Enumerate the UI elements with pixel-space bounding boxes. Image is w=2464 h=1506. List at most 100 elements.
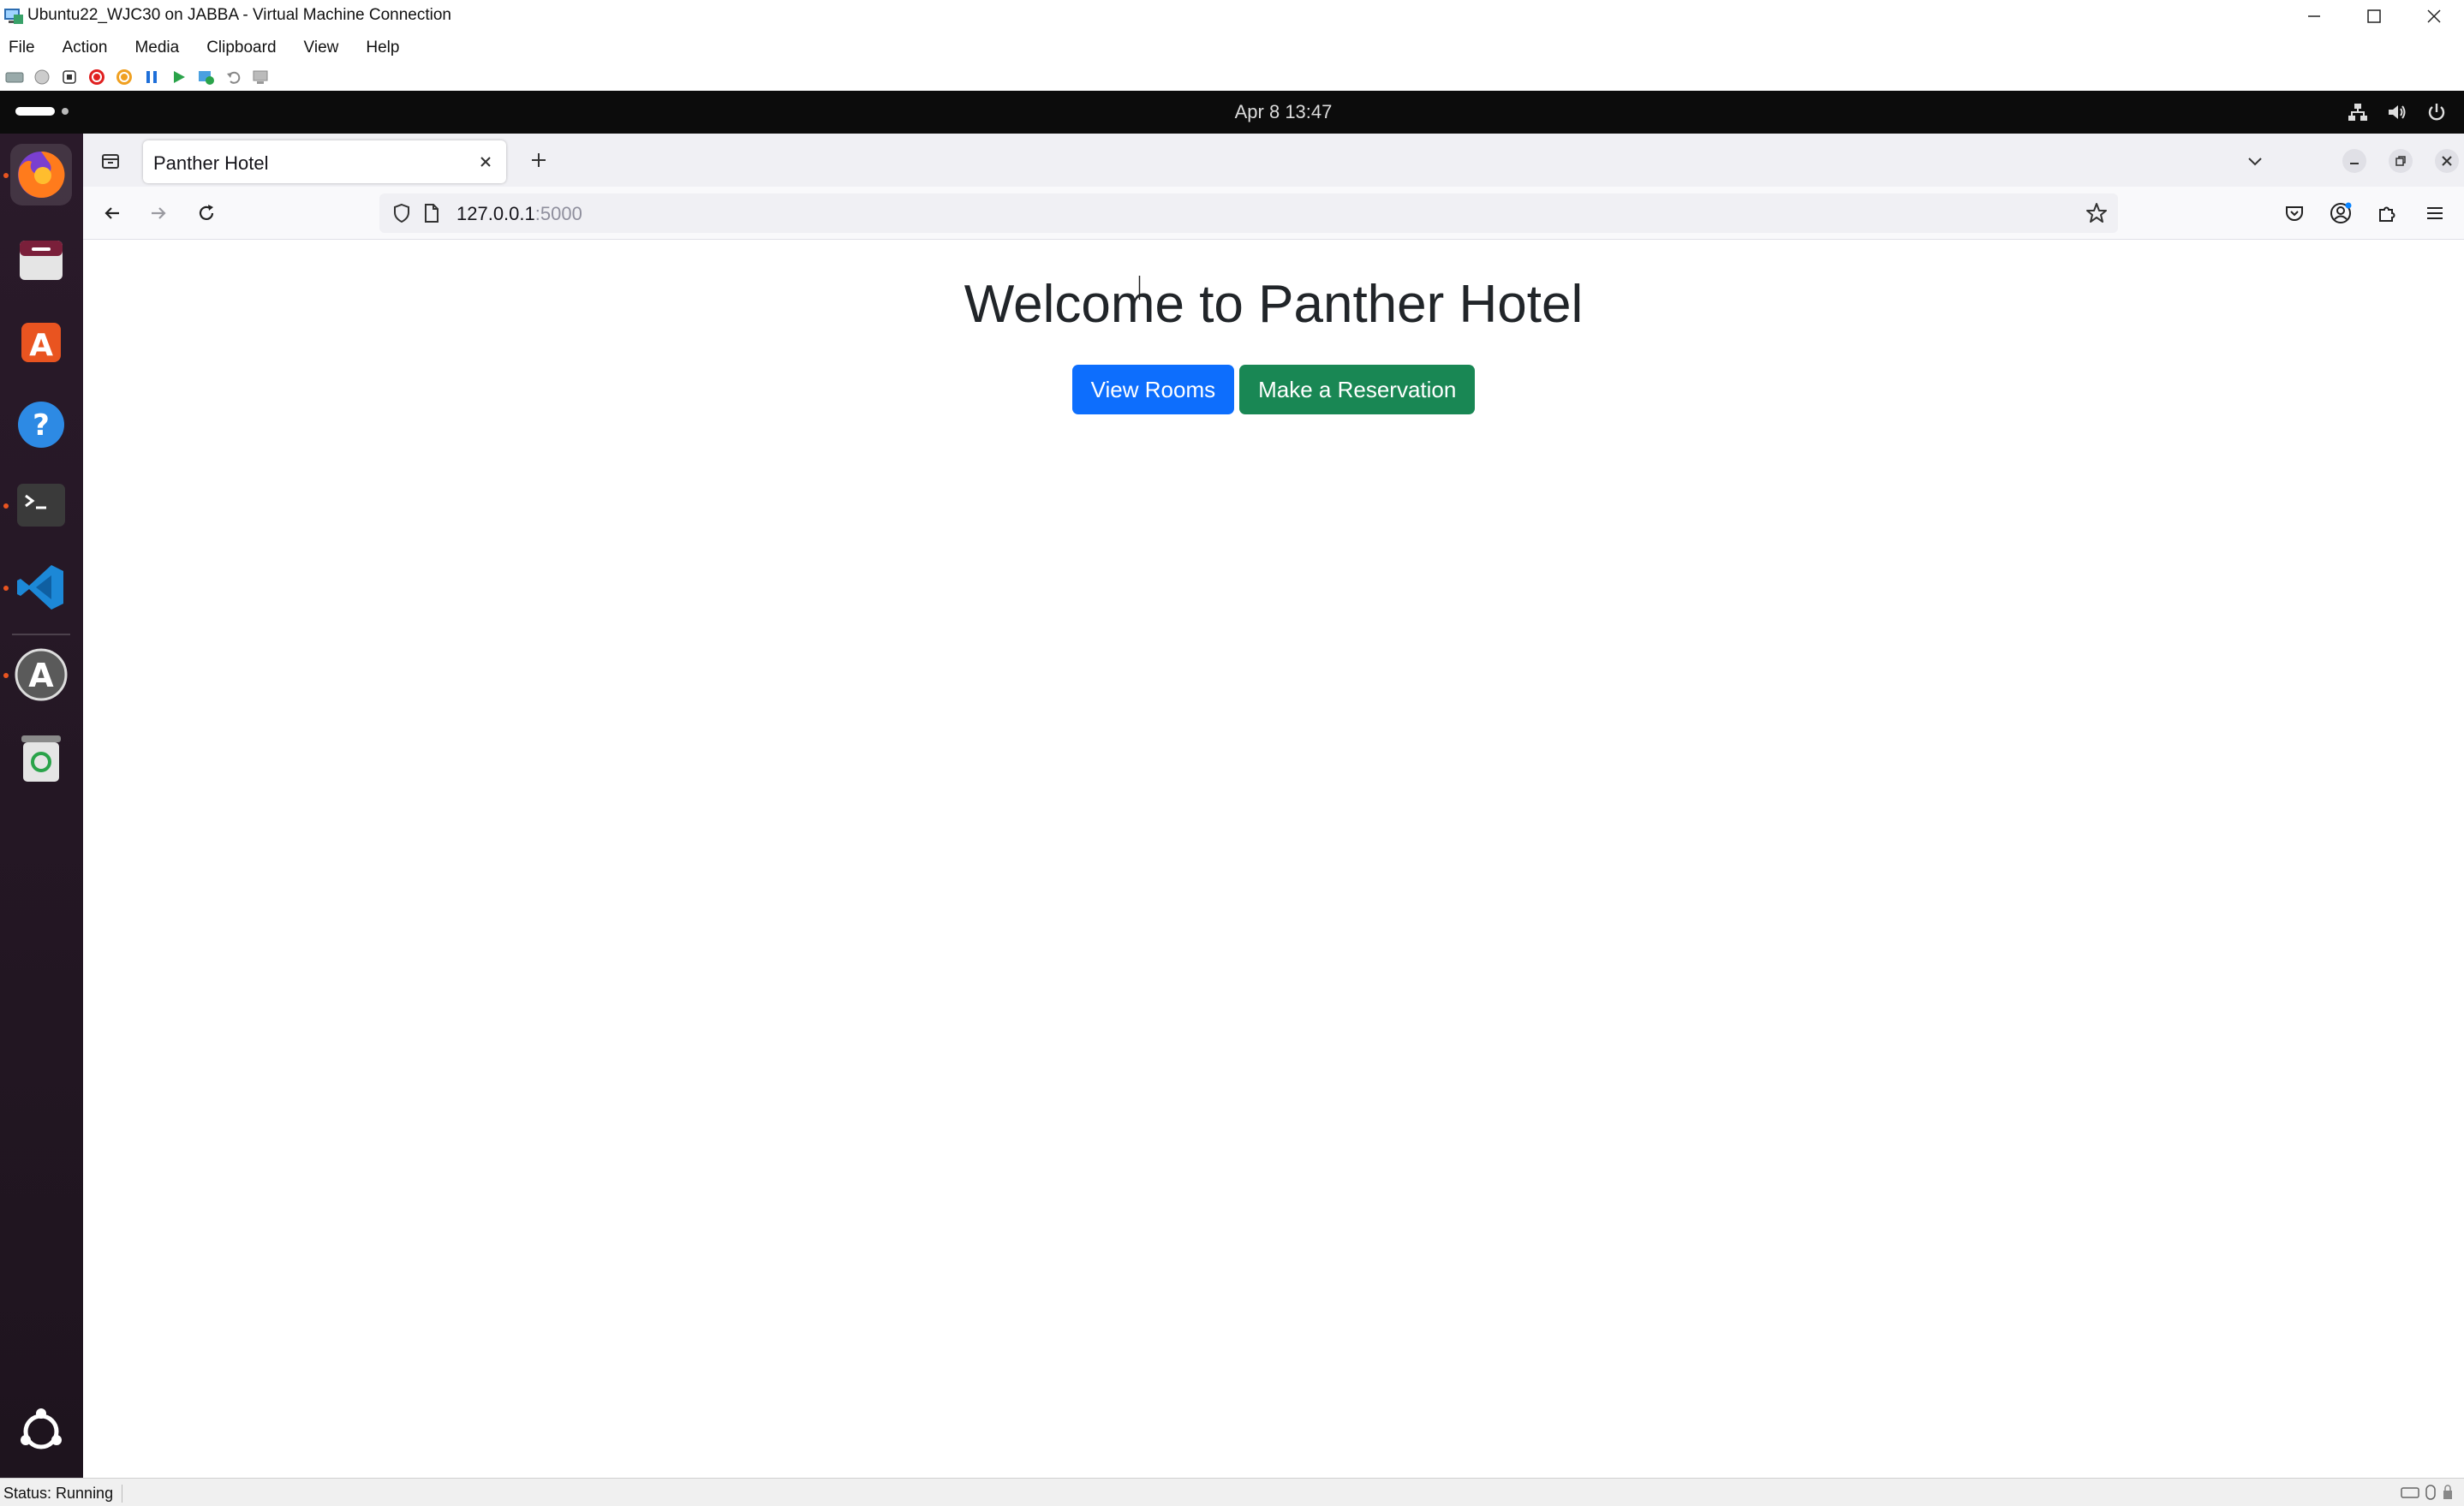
firefox-close-button[interactable] xyxy=(2435,149,2459,173)
help-icon: ? xyxy=(18,402,64,448)
navigation-toolbar: 127.0.0.1:5000 xyxy=(83,187,2464,240)
host-close-button[interactable] xyxy=(2405,0,2463,33)
menu-view[interactable]: View xyxy=(301,39,343,57)
firefox-view-icon xyxy=(102,154,119,169)
start-icon xyxy=(34,69,50,85)
reload-button[interactable] xyxy=(189,196,224,230)
tracking-protection-shield-icon[interactable] xyxy=(391,203,412,223)
minimize-icon xyxy=(2308,15,2320,17)
pause-button[interactable] xyxy=(140,66,163,88)
url-bar[interactable]: 127.0.0.1:5000 xyxy=(379,193,2118,233)
power-icon[interactable] xyxy=(2426,102,2447,122)
tab-title: Panther Hotel xyxy=(153,152,269,174)
network-icon[interactable] xyxy=(2348,102,2368,122)
pocket-button[interactable] xyxy=(2277,196,2312,230)
dock-app-center[interactable]: A xyxy=(10,312,72,373)
url-host: 127.0.0.1 xyxy=(456,203,535,224)
back-button[interactable] xyxy=(95,196,129,230)
pause-icon xyxy=(146,71,157,83)
make-reservation-button[interactable]: Make a Reservation xyxy=(1239,365,1476,414)
text-cursor-icon xyxy=(1138,276,1141,300)
extensions-button[interactable] xyxy=(2370,196,2404,230)
start-button[interactable] xyxy=(31,66,53,88)
dock-software-updater[interactable]: A xyxy=(10,644,72,705)
dock-firefox[interactable] xyxy=(10,144,72,205)
pocket-icon xyxy=(2286,206,2303,221)
dock-trash[interactable] xyxy=(10,728,72,789)
ubuntu-dock: A ? A xyxy=(0,134,83,1478)
firefox-minimize-button[interactable] xyxy=(2342,149,2366,173)
vm-window-title: Ubuntu22_WJC30 on JABBA - Virtual Machin… xyxy=(27,6,451,24)
dock-help[interactable]: ? xyxy=(10,394,72,455)
menu-media[interactable]: Media xyxy=(131,39,182,57)
shutdown-button[interactable] xyxy=(86,66,108,88)
volume-icon[interactable] xyxy=(2387,102,2407,122)
firefox-icon xyxy=(18,151,65,198)
lock-status-icon xyxy=(2443,1485,2452,1499)
svg-text:A: A xyxy=(28,657,54,694)
running-indicator xyxy=(3,173,9,178)
mouse-status-icon xyxy=(2425,1485,2436,1500)
vm-menubar: File Action Media Clipboard View Help xyxy=(0,33,2464,63)
menu-action[interactable]: Action xyxy=(59,39,111,57)
page-title: Welcome to Panther Hotel xyxy=(964,275,1584,334)
url-text[interactable]: 127.0.0.1:5000 xyxy=(456,203,582,225)
vm-status-text: Status: Running xyxy=(3,1485,123,1503)
vm-connection-icon xyxy=(4,9,23,24)
chevron-down-icon xyxy=(2248,158,2262,166)
resume-button[interactable] xyxy=(168,66,190,88)
terminal-icon xyxy=(17,484,65,527)
turn-off-button[interactable] xyxy=(58,66,81,88)
stop-icon xyxy=(63,70,76,84)
menu-file[interactable]: File xyxy=(5,39,39,57)
menu-clipboard[interactable]: Clipboard xyxy=(203,39,279,57)
clock[interactable]: Apr 8 13:47 xyxy=(0,91,2464,134)
minimize-icon xyxy=(2350,163,2359,164)
svg-text:?: ? xyxy=(33,408,50,443)
checkpoint-button[interactable] xyxy=(195,66,218,88)
host-maximize-button[interactable] xyxy=(2345,0,2403,33)
trash-icon xyxy=(21,735,61,782)
dock-terminal[interactable] xyxy=(10,474,72,536)
new-tab-button[interactable] xyxy=(522,143,556,177)
view-rooms-button[interactable]: View Rooms xyxy=(1071,365,1235,414)
shutdown-icon xyxy=(89,69,104,85)
hamburger-menu-icon xyxy=(2427,207,2443,219)
star-icon xyxy=(2086,203,2107,223)
dock-files[interactable] xyxy=(10,229,72,291)
keyboard-status-icon xyxy=(2401,1487,2419,1498)
list-all-tabs-button[interactable] xyxy=(2238,144,2272,178)
close-icon xyxy=(480,157,491,167)
account-button[interactable] xyxy=(2324,196,2358,230)
checkpoint-icon xyxy=(199,71,214,85)
running-indicator xyxy=(3,673,9,678)
page-info-icon[interactable] xyxy=(422,203,441,223)
tab-close-button[interactable] xyxy=(472,148,499,176)
dock-vscode[interactable] xyxy=(10,557,72,618)
dock-show-apps[interactable] xyxy=(10,1401,72,1462)
firefox-restore-button[interactable] xyxy=(2389,149,2413,173)
reload-icon xyxy=(199,205,214,221)
running-indicator xyxy=(3,586,9,591)
firefox-view-button[interactable] xyxy=(93,144,128,178)
close-icon xyxy=(2427,9,2441,23)
enhanced-session-button[interactable] xyxy=(250,66,272,88)
restore-icon xyxy=(2395,156,2406,166)
clock-text[interactable]: Apr 8 13:47 xyxy=(1235,101,1333,122)
close-icon xyxy=(2442,156,2452,166)
puzzle-icon xyxy=(2379,206,2395,222)
app-menu-button[interactable] xyxy=(2418,196,2452,230)
arrow-right-icon xyxy=(152,207,166,219)
menu-help[interactable]: Help xyxy=(362,39,403,57)
system-tray[interactable] xyxy=(2348,102,2447,122)
action-buttons: View Rooms Make a Reservation xyxy=(83,365,2464,414)
vscode-icon xyxy=(17,565,63,610)
ctrl-alt-del-button[interactable] xyxy=(3,66,26,88)
host-minimize-button[interactable] xyxy=(2285,0,2343,33)
bookmark-button[interactable] xyxy=(2082,199,2111,228)
tab-panther-hotel[interactable]: Panther Hotel xyxy=(143,140,506,183)
revert-button[interactable] xyxy=(223,66,245,88)
forward-button[interactable] xyxy=(141,196,176,230)
svg-text:A: A xyxy=(29,328,53,363)
save-state-button[interactable] xyxy=(113,66,135,88)
